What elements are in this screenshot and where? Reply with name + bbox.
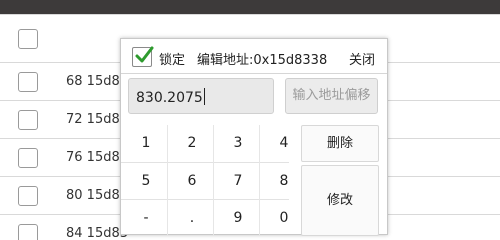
key-0[interactable]: 0 [262,200,306,237]
key-4[interactable]: 4 [262,125,306,162]
checkmark-icon [135,46,154,63]
text-caret [203,88,205,105]
lock-checkbox[interactable] [132,46,154,67]
close-button[interactable]: 关闭 [349,49,375,68]
key-3[interactable]: 3 [216,125,260,162]
edit-address-dialog: 锁定 编辑地址:0x15d8338 关闭 830.2075 输入地址偏移 1 2… [120,38,389,236]
value-input-text: 830.2075 [136,90,203,106]
row-text: 76 15d83 [66,150,129,165]
key-2[interactable]: 2 [170,125,214,162]
key-8[interactable]: 8 [262,163,306,200]
key-1[interactable]: 1 [124,125,168,162]
value-input[interactable]: 830.2075 [128,78,274,114]
row-checkbox[interactable] [18,148,38,168]
key-dot[interactable]: . [170,200,214,237]
key-minus[interactable]: - [124,200,168,237]
row-text: 72 15d83 [66,112,129,127]
row-checkbox[interactable] [18,186,38,206]
lock-label[interactable]: 锁定 [159,49,185,68]
row-checkbox[interactable] [18,29,38,49]
header-divider [121,73,387,74]
numeric-keypad: 1 2 3 4 5 6 7 8 - . 9 0 删除 修改 [121,125,389,236]
key-7[interactable]: 7 [216,163,260,200]
row-checkbox[interactable] [18,110,38,130]
modify-button[interactable]: 修改 [301,165,379,236]
input-offset-button[interactable]: 输入地址偏移 [285,78,378,114]
address-title: 编辑地址:0x15d8338 [197,53,328,68]
row-text: 84 15d83 [66,226,129,240]
dialog-header: 锁定 编辑地址:0x15d8338 关闭 [121,39,387,73]
delete-button[interactable]: 删除 [301,125,379,162]
row-checkbox[interactable] [18,224,38,240]
row-checkbox[interactable] [18,72,38,92]
row-text: 68 15d83 [66,74,129,89]
row-text: 80 15d83 [66,188,129,203]
key-6[interactable]: 6 [170,163,214,200]
key-5[interactable]: 5 [124,163,168,200]
key-9[interactable]: 9 [216,200,260,237]
